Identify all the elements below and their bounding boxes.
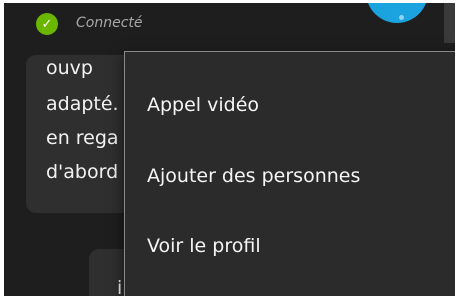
presence-status: Connecté xyxy=(76,15,143,31)
message-line: ouvp xyxy=(46,57,93,79)
header-edge xyxy=(444,3,455,43)
menu-item-view-profile[interactable]: Voir le profil xyxy=(147,235,261,257)
context-menu: Appel vidéo Ajouter des personnes Voir l… xyxy=(124,51,455,296)
message-line: en rega xyxy=(46,127,119,149)
menu-item-add-people[interactable]: Ajouter des personnes xyxy=(147,165,360,187)
avatar-status-dot xyxy=(399,15,404,20)
message-line: adapté. xyxy=(46,93,119,115)
chat-screen: ✓ Connecté ouvp adapté. en rega d'abord … xyxy=(4,3,455,296)
message-text: i xyxy=(117,277,123,296)
avatar[interactable] xyxy=(366,3,428,23)
message-line: d'abord xyxy=(46,161,119,183)
menu-item-video-call[interactable]: Appel vidéo xyxy=(147,94,259,116)
checkmark-icon: ✓ xyxy=(36,13,58,35)
